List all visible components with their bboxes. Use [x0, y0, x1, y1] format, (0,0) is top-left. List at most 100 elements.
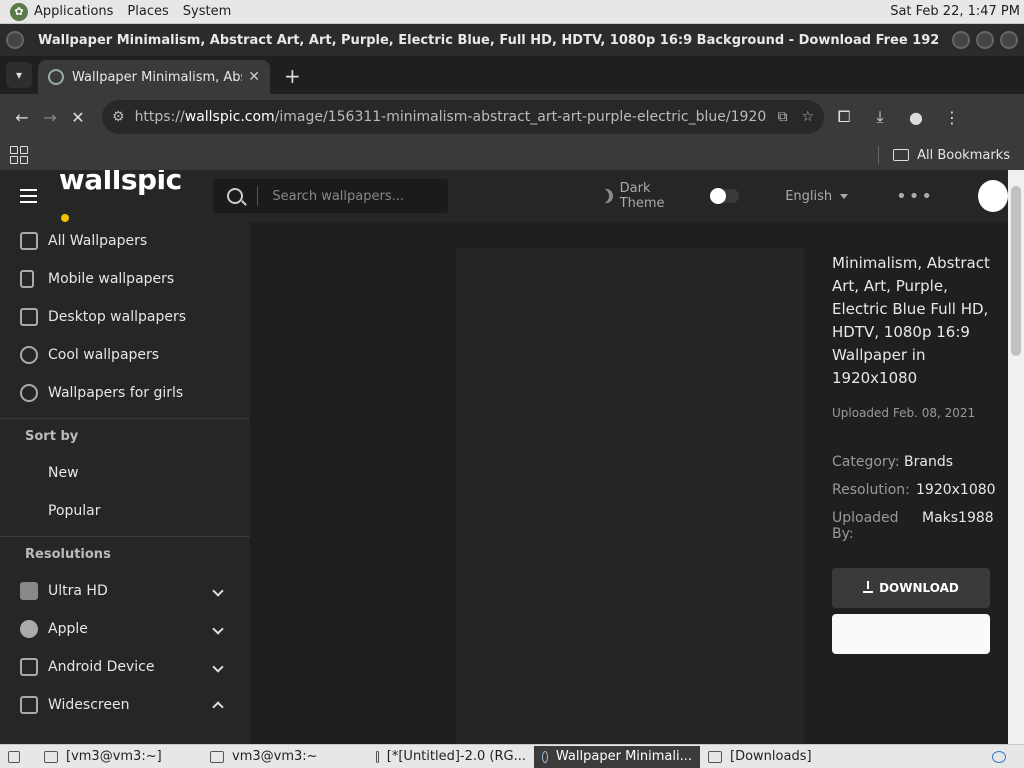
- chevron-down-icon: [840, 193, 849, 199]
- language-select[interactable]: English: [785, 189, 849, 204]
- site-logo[interactable]: wallspic: [59, 170, 184, 229]
- install-app-icon[interactable]: ⧉: [777, 109, 787, 125]
- tab-title: Wallpaper Minimalism, Abst: [72, 69, 243, 85]
- bookmarks-bar: All Bookmarks: [0, 140, 1024, 170]
- sidebar-item-cool[interactable]: Cool wallpapers: [0, 336, 250, 374]
- tab-search-button[interactable]: ▾: [6, 62, 32, 88]
- chevron-up-icon[interactable]: [212, 701, 224, 713]
- apps-grid-icon[interactable]: [10, 146, 28, 164]
- sort-new[interactable]: New: [0, 454, 250, 492]
- smiley-icon: [20, 346, 38, 364]
- profile-icon[interactable]: ●: [902, 103, 930, 131]
- top-panel: ✿ Applications Places System Sat Feb 22,…: [0, 0, 1024, 24]
- url-text[interactable]: https://wallspic.com/image/156311-minima…: [135, 109, 768, 125]
- page-scrollbar[interactable]: [1008, 170, 1024, 744]
- all-bookmarks-button[interactable]: All Bookmarks: [893, 148, 1010, 163]
- taskbar-item-terminal-1[interactable]: [vm3@vm3:~]: [36, 746, 202, 768]
- system-menu[interactable]: System: [183, 4, 231, 19]
- taskbar-item-terminal-2[interactable]: vm3@vm3:~: [202, 746, 368, 768]
- chrome-menu-icon[interactable]: ⋮: [938, 103, 966, 131]
- flower-icon: [20, 384, 38, 402]
- close-tab-icon[interactable]: ✕: [248, 69, 260, 85]
- 4k-icon: [20, 582, 38, 600]
- apple-icon: [20, 620, 38, 638]
- search-input[interactable]: Search wallpapers...: [272, 189, 404, 204]
- close-window-button[interactable]: [1000, 31, 1018, 49]
- hamburger-menu-icon[interactable]: [20, 189, 37, 203]
- sidebar-item-android[interactable]: Android Device: [0, 648, 250, 686]
- site-header: wallspic Search wallpapers... Dark Theme…: [0, 170, 1008, 222]
- window-menu-button[interactable]: [6, 31, 24, 49]
- forward-button[interactable]: →: [36, 103, 64, 131]
- sort-by-heading: Sort by: [0, 418, 250, 454]
- search-box[interactable]: Search wallpapers...: [213, 179, 448, 213]
- monitor-icon: [20, 308, 38, 326]
- sidebar-item-all-wallpapers[interactable]: All Wallpapers: [0, 222, 250, 260]
- taskbar-item-editor[interactable]: [*[Untitled]-2.0 (RG...: [368, 746, 534, 768]
- browser-toolbar: ← → ✕ ⚙ https://wallspic.com/image/15631…: [0, 94, 1024, 140]
- dark-theme-label: Dark Theme: [619, 181, 665, 211]
- grid-icon: [20, 232, 38, 250]
- avatar[interactable]: [978, 180, 1008, 212]
- maximize-button[interactable]: [976, 31, 994, 49]
- wallpaper-preview[interactable]: [456, 248, 804, 744]
- back-button[interactable]: ←: [8, 103, 36, 131]
- extensions-icon[interactable]: ⧠: [830, 103, 858, 131]
- download-button[interactable]: DOWNLOAD: [832, 568, 990, 608]
- more-options-icon[interactable]: •••: [896, 186, 934, 207]
- minimize-button[interactable]: [952, 31, 970, 49]
- chevron-down-icon[interactable]: [212, 585, 224, 597]
- sidebar: All Wallpapers Mobile wallpapers Desktop…: [0, 222, 250, 744]
- tab-wallpaper[interactable]: Wallpaper Minimalism, Abst ✕: [38, 60, 270, 94]
- sidebar-item-ultra-hd[interactable]: Ultra HD: [0, 572, 250, 610]
- secondary-action-button[interactable]: [832, 614, 990, 654]
- dark-theme-control[interactable]: Dark Theme: [600, 181, 740, 211]
- chevron-down-icon[interactable]: [212, 661, 224, 673]
- tab-favicon-icon: [48, 69, 64, 85]
- taskbar-item-browser[interactable]: Wallpaper Minimali...: [534, 745, 700, 768]
- moon-icon: [600, 189, 613, 203]
- sidebar-item-mobile[interactable]: Mobile wallpapers: [0, 260, 250, 298]
- wallpaper-info: Minimalism, Abstract Art, Art, Purple, E…: [832, 252, 1002, 542]
- taskbar: [vm3@vm3:~] vm3@vm3:~ [*[Untitled]-2.0 (…: [0, 744, 1024, 768]
- wallpaper-title: Minimalism, Abstract Art, Art, Purple, E…: [832, 254, 990, 387]
- stop-loading-button[interactable]: ✕: [64, 103, 92, 131]
- chevron-down-icon[interactable]: [212, 623, 224, 635]
- bookmark-star-icon[interactable]: ☆: [801, 109, 814, 125]
- monitor-icon: [20, 696, 38, 714]
- new-tab-button[interactable]: +: [284, 64, 301, 88]
- taskbar-item-downloads[interactable]: [Downloads]: [700, 746, 880, 768]
- address-bar[interactable]: ⚙ https://wallspic.com/image/156311-mini…: [102, 100, 824, 134]
- upload-date: Uploaded Feb. 08, 2021: [832, 406, 976, 420]
- main-content: Minimalism, Abstract Art, Art, Purple, E…: [250, 222, 1008, 744]
- resolutions-heading: Resolutions: [0, 536, 250, 572]
- window-titlebar: Wallpaper Minimalism, Abstract Art, Art,…: [0, 24, 1024, 56]
- uploader-link[interactable]: Maks1988: [922, 510, 994, 542]
- uploaded-by-label: Uploaded By:: [832, 510, 899, 542]
- show-desktop-button[interactable]: [0, 746, 36, 768]
- places-menu[interactable]: Places: [127, 4, 168, 19]
- category-label: Category:: [832, 454, 900, 470]
- clock[interactable]: Sat Feb 22, 1:47 PM: [890, 4, 1020, 19]
- resolution-label: Resolution:: [832, 482, 910, 498]
- category-link[interactable]: Brands: [904, 454, 953, 470]
- search-icon[interactable]: [227, 188, 244, 204]
- download-icon: [863, 581, 874, 593]
- sidebar-item-widescreen[interactable]: Widescreen: [0, 686, 250, 724]
- applications-menu[interactable]: Applications: [34, 4, 113, 19]
- resolution-value: 1920x1080: [916, 482, 996, 498]
- downloads-icon[interactable]: ⤓: [866, 103, 894, 131]
- sidebar-item-apple[interactable]: Apple: [0, 610, 250, 648]
- dark-theme-toggle[interactable]: [709, 188, 740, 204]
- phone-icon: [20, 270, 34, 288]
- taskbar-chrome-icon[interactable]: [984, 746, 1024, 768]
- window-title: Wallpaper Minimalism, Abstract Art, Art,…: [38, 32, 938, 48]
- sidebar-item-girls[interactable]: Wallpapers for girls: [0, 374, 250, 412]
- android-icon: [20, 658, 38, 676]
- gnome-logo-icon[interactable]: ✿: [10, 2, 28, 21]
- sort-popular[interactable]: Popular: [0, 492, 250, 530]
- folder-icon: [893, 149, 910, 161]
- tab-strip: ▾ Wallpaper Minimalism, Abst ✕ +: [0, 56, 1024, 94]
- sidebar-item-desktop[interactable]: Desktop wallpapers: [0, 298, 250, 336]
- site-info-icon[interactable]: ⚙: [112, 109, 125, 125]
